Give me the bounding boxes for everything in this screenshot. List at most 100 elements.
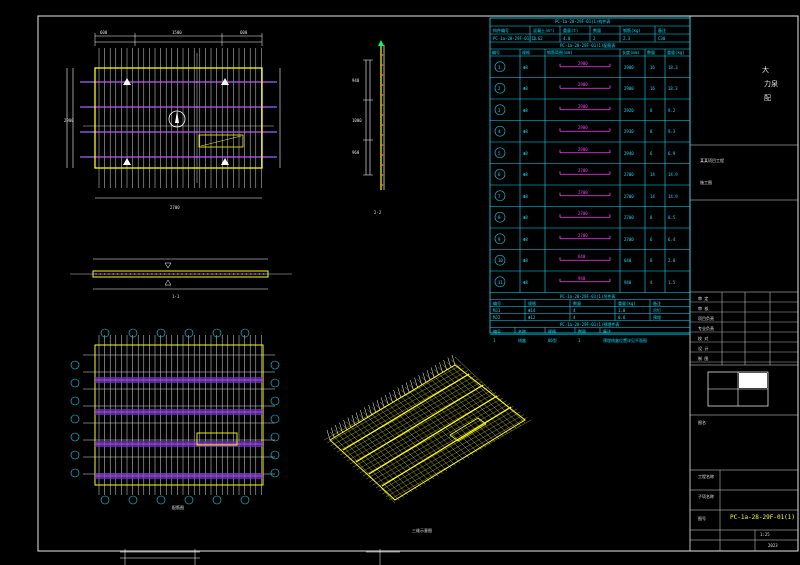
rebar-mark: 8: [498, 215, 501, 221]
rebar-spec: Φ8: [523, 64, 528, 70]
rebar-length: 940: [624, 279, 632, 285]
rebar-length: 2920: [624, 107, 634, 113]
table-row3-cell: Φ12: [528, 314, 536, 320]
section-2-2: [363, 40, 385, 190]
rebar-weight: 6.9: [668, 150, 676, 156]
table-row1-cell: 4.0: [563, 36, 571, 41]
rebar-count: 8: [650, 258, 653, 264]
rebar-count: 14: [650, 172, 655, 178]
table-col4-header: 名称: [518, 328, 526, 334]
table-row3-cell: 4: [573, 307, 576, 313]
table-col1-header: 钢筋(kg): [623, 28, 641, 33]
table-col4-header: 规格: [548, 328, 556, 334]
table-row3-cell: 吊钉: [653, 307, 661, 313]
table-col1-header: 备注: [658, 28, 666, 33]
rebar-count: 16: [650, 64, 655, 70]
rebar-weight: 18.3: [668, 64, 678, 70]
table-row4-cell: 线盒: [518, 337, 526, 343]
rebar-count: 6: [650, 150, 653, 156]
rebar-plan-label: 配筋图: [172, 505, 184, 510]
table-row3-cell: 4: [573, 314, 576, 320]
table-col3-header: 编号: [493, 300, 501, 306]
section-2-2-label: 2-2: [374, 210, 382, 215]
rebar-shape-length: 2900: [578, 146, 588, 152]
table-row3-cell: 预埋: [653, 314, 661, 320]
table-col2-header: 编号: [492, 50, 500, 55]
table-col2-header: 长度(mm): [622, 50, 640, 55]
drawing-number: PC-1a-28-29F-01(1): [730, 514, 796, 521]
table-header-1: PC-1a-28-29F-01(1)构件表: [555, 19, 611, 24]
top-dim-1: 1500: [172, 30, 182, 35]
table-row3-cell: 1.0: [618, 307, 626, 313]
company-line-2: 力泉: [764, 80, 778, 88]
table-col2-header: 规格: [522, 50, 530, 55]
rebar-length: 2700: [624, 215, 634, 221]
rebar-count: 8: [650, 129, 653, 135]
scale-value: 1:25: [760, 532, 770, 537]
sheet-border: [37, 15, 799, 552]
table-col1-header: 数量: [593, 28, 601, 33]
rebar-mark: 7: [498, 193, 501, 199]
table-row4-cell: 86型: [548, 337, 557, 343]
rebar-spec: Φ8: [523, 258, 528, 264]
table-row4-cell: 1: [578, 337, 581, 343]
tb-row-6: 制 图: [698, 356, 709, 361]
table-col2-header: 钢筋简图(mm): [547, 50, 573, 55]
rebar-shape-length: 940: [578, 275, 586, 281]
table-col4-header: 编号: [493, 328, 501, 334]
rebar-mark: 2: [498, 86, 501, 92]
rebar-length: 2900: [624, 86, 634, 92]
plan-width-dim: 2700: [170, 205, 180, 210]
rebar-mark: 3: [498, 107, 501, 113]
tb-left-3: 图号: [698, 516, 706, 521]
tb-row-0: 审 定: [698, 296, 709, 301]
rebar-spec: Φ8: [523, 236, 528, 242]
rebar-mark: 9: [498, 236, 501, 242]
rebar-shape-length: 2700: [578, 211, 588, 217]
tb-row-3: 专业负责: [698, 326, 714, 331]
rebar-shape-length: 2700: [578, 168, 588, 174]
rebar-mark: 4: [498, 129, 501, 135]
table-header-2: PC-1a-28-29F-01(1)配筋表: [560, 43, 616, 48]
rebar-weight: 6.4: [668, 236, 676, 242]
tb-left-2: 子项名称: [698, 494, 714, 499]
rebar-weight: 14.9: [668, 193, 678, 199]
rebar-weight: 9.3: [668, 129, 676, 135]
rebar-schedule-table: [489, 17, 691, 335]
rebar-length: 2940: [624, 150, 634, 156]
rebar-shape-length: 2700: [578, 189, 588, 195]
rebar-spec: Φ8: [523, 86, 528, 92]
tb-row-4: 校 对: [698, 336, 709, 341]
table-row3-cell: 0.8: [618, 314, 626, 320]
table-col3-header: 重量(kg): [618, 300, 636, 306]
plan-view: [66, 33, 281, 199]
side-dim-1: 1000: [352, 118, 362, 123]
tb-left-1: 工程名称: [698, 474, 714, 479]
rebar-mark: 11: [498, 279, 503, 285]
rebar-spec: Φ8: [523, 107, 528, 113]
plan-height-dim: 2900: [64, 118, 74, 123]
rebar-mark: 10: [498, 258, 503, 264]
tb-row-1: 审 核: [698, 306, 709, 311]
rebar-shape-length: 2900: [578, 82, 588, 88]
tb-row-5: 设 计: [698, 346, 709, 351]
rebar-spec: Φ8: [523, 193, 528, 199]
rebar-count: 8: [650, 107, 653, 113]
rebar-mark: 5: [498, 150, 501, 156]
table-header-3: PC-1a-28-29F-01(1)吊件表: [560, 293, 616, 299]
rebar-shape-length: 2900: [578, 103, 588, 109]
table-col1-header: 重量(t): [563, 28, 579, 33]
rebar-weight: 8.5: [668, 215, 676, 221]
rebar-count: 8: [650, 215, 653, 221]
rebar-length: 2700: [624, 236, 634, 242]
rebar-plan-view: [70, 328, 280, 505]
rebar-weight: 9.2: [668, 107, 676, 113]
side-dim-2: 960: [352, 150, 360, 155]
rebar-count: 14: [650, 193, 655, 199]
table-col1-header: 混凝土(m³): [533, 28, 555, 33]
rebar-mark: 1: [498, 64, 501, 70]
isometric-view: [323, 354, 532, 504]
rebar-length: 2700: [624, 193, 634, 199]
table-row1-cell: 1.62: [533, 36, 543, 41]
rebar-spec: Φ8: [523, 129, 528, 135]
